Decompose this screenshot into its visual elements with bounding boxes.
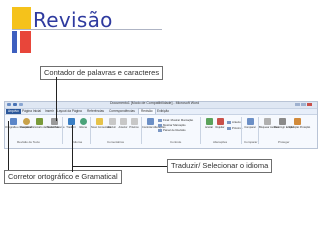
callout-spelling: Corretor ortográfico e Gramatical [4,170,122,184]
decor-blue-bar [12,31,17,53]
next-comment-button[interactable]: Próximo [129,118,139,132]
pointer-translate-h [72,166,167,167]
block-authors-button[interactable]: Bloquear Autores [259,118,279,132]
title-bar: Documento1 [Modo de Compatibilidade] - M… [5,101,317,109]
thesaurus-button[interactable]: Dicionário de Sinônimos [31,118,59,132]
separator [258,117,259,144]
separator [200,117,201,144]
compare-button[interactable]: Comparar [244,118,256,132]
separator [90,117,91,144]
accept-icon [206,118,213,125]
group-comments: Comentários [107,140,125,144]
show-markup-dropdown[interactable]: Mostrar Marcação [158,123,186,127]
callout-translate: Traduzir/ Selecionar o idioma [167,159,273,173]
new-comment-button[interactable]: Novo Comentário [91,118,111,132]
group-tracking: Controle [170,140,182,144]
previous-change-button[interactable]: Anterior [227,120,242,124]
restrict-editing-button[interactable]: Restringir Edição [274,118,294,132]
protect-button[interactable]: Ambição Proteção [289,118,310,132]
research-icon [23,118,30,125]
next-change-icon [227,126,231,130]
protect-icon [294,118,301,125]
reviewing-pane-dropdown[interactable]: Painel de Revisão [158,128,186,132]
previous-icon [120,118,127,125]
block-authors-icon [264,118,271,125]
translate-icon [68,118,75,125]
separator [62,117,63,144]
group-protect: Proteger [278,140,290,144]
minimize-button[interactable] [295,103,300,106]
track-changes-button[interactable]: Controlar Alterações [142,118,166,132]
maximize-button[interactable] [301,103,306,106]
accept-button[interactable]: Aceitar [204,118,214,132]
previous-comment-button[interactable]: Anterior [118,118,128,132]
language-button[interactable]: Idioma [78,118,88,132]
show-markup-icon [158,123,162,127]
slide-title: Revisão [33,8,113,32]
save-icon[interactable] [13,103,17,106]
word-logo-icon [7,103,11,106]
reviewing-pane-icon [158,128,162,132]
window-title: Documento1 [Modo de Compatibilidade] - M… [110,101,200,105]
globe-icon [80,118,87,125]
delete-icon [109,118,116,125]
previous-change-icon [227,120,231,124]
comment-icon [96,118,103,125]
thesaurus-icon [36,118,43,125]
display-for-review-dropdown[interactable]: Final: Mostrar Marcação [158,118,193,122]
decor-yellow-block [12,7,31,29]
separator [141,117,142,144]
word-count-button[interactable]: Contar Palavras [46,118,65,132]
research-button[interactable]: Pesquisar [20,118,32,132]
undo-icon[interactable] [19,103,23,106]
track-changes-icon [147,118,154,125]
reject-icon [217,118,224,125]
translate-button[interactable]: Traduzir [66,118,76,132]
group-changes: Alterações [213,140,228,144]
group-language: Idioma [73,140,83,144]
spelling-icon [10,118,17,125]
restrict-editing-icon [279,118,286,125]
pointer-translate [72,125,73,172]
next-icon [131,118,138,125]
compare-icon [247,118,254,125]
next-change-button[interactable]: Próximo [227,126,242,130]
group-proofing: Revisão de Texto [17,140,40,144]
delete-comment-button[interactable]: Excluir [107,118,117,132]
ribbon-review: Ortografia e Gramática Pesquisar Dicioná… [5,114,317,148]
markup-icon [158,118,162,122]
spelling-button[interactable]: Ortografia e Gramática [5,118,31,132]
group-compare: Comparar [244,140,258,144]
pointer-word-count [56,77,57,121]
reject-button[interactable]: Rejeitar [215,118,225,132]
decor-red-block [20,31,31,53]
callout-word-count: Contador de palavras e caracteres [40,66,164,80]
separator [241,117,242,144]
word-window: Documento1 [Modo de Compatibilidade] - M… [4,101,318,149]
close-button[interactable] [307,103,312,106]
pointer-spelling [8,121,9,170]
